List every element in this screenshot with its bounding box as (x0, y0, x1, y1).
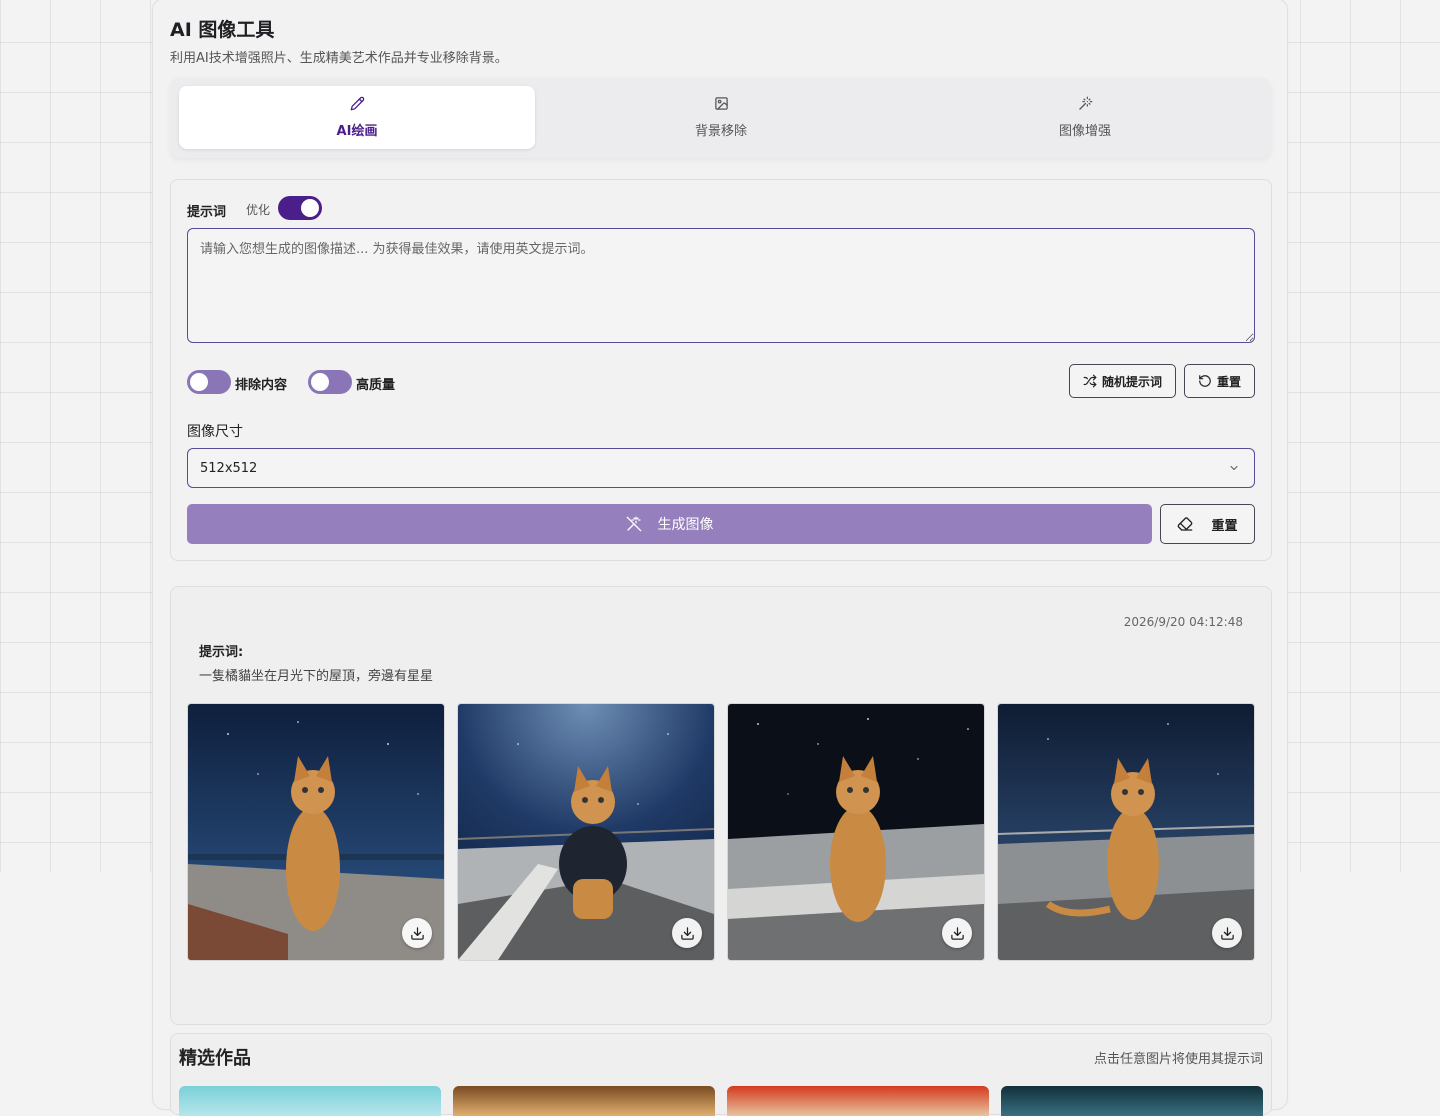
featured-thumbnail-2[interactable] (453, 1086, 715, 1116)
reset-prompt-button[interactable]: 重置 (1184, 364, 1255, 398)
optimize-toggle[interactable] (278, 196, 322, 220)
featured-hint: 点击任意图片将使用其提示词 (1093, 1052, 1263, 1067)
image-icon (714, 97, 728, 110)
random-prompt-label: 随机提示词 (1101, 374, 1162, 389)
wand-off-icon (626, 516, 641, 532)
main-panel: AI 图像工具 利用AI技术增强照片、生成精美艺术作品并专业移除背景。 AI绘画… (152, 0, 1288, 1116)
generate-label: 生成图像 (657, 517, 714, 533)
download-button[interactable] (942, 918, 972, 948)
download-icon (1220, 926, 1234, 940)
tab-label: 图像增强 (1058, 124, 1111, 139)
download-icon (950, 926, 964, 940)
tab-image-enhance[interactable]: 图像增强 (907, 86, 1263, 149)
prompt-input[interactable] (187, 228, 1255, 343)
size-selected-value: 512x512 (200, 460, 258, 476)
featured-thumbnail-4[interactable] (1001, 1086, 1263, 1116)
generated-image-4[interactable] (997, 703, 1255, 961)
rotate-ccw-icon (1199, 375, 1211, 387)
download-button[interactable] (672, 918, 702, 948)
featured-thumbnail-1[interactable] (179, 1086, 441, 1116)
result-prompt-label: 提示词: (199, 645, 244, 660)
featured-thumbnail-3[interactable] (727, 1086, 989, 1116)
tab-ai-drawing[interactable]: AI绘画 (179, 86, 535, 149)
prompt-label: 提示词 (187, 205, 227, 220)
featured-section: 精选作品 点击任意图片将使用其提示词 (170, 1033, 1272, 1116)
optimize-label: 优化 (246, 203, 271, 217)
high-quality-toggle[interactable] (308, 370, 352, 394)
result-timestamp: 2026/9/20 04:12:48 (1123, 615, 1243, 629)
toggle-knob (190, 373, 208, 391)
high-quality-label: 高质量 (356, 378, 396, 393)
exclude-toggle[interactable] (187, 370, 231, 394)
reset-all-button[interactable]: 重置 (1160, 504, 1255, 544)
download-button[interactable] (1212, 918, 1242, 948)
tab-label: AI绘画 (336, 124, 378, 139)
size-select[interactable]: 512x512 (187, 448, 1255, 488)
download-button[interactable] (402, 918, 432, 948)
exclude-label: 排除内容 (235, 378, 288, 393)
random-prompt-button[interactable]: 随机提示词 (1069, 364, 1176, 398)
generated-image-2[interactable] (457, 703, 715, 961)
reset-all-label: 重置 (1211, 518, 1238, 534)
size-label: 图像尺寸 (187, 424, 243, 440)
pencil-icon (350, 96, 364, 111)
tab-background-removal[interactable]: 背景移除 (543, 86, 899, 149)
generated-image-1[interactable] (187, 703, 445, 961)
page-subtitle: 利用AI技术增强照片、生成精美艺术作品并专业移除背景。 (170, 51, 508, 66)
reset-label: 重置 (1216, 374, 1241, 389)
generated-image-3[interactable] (727, 703, 985, 961)
shuffle-icon (1083, 374, 1097, 388)
generation-form: 提示词 优化 排除内容 高质量 随机提示词 重置 图像尺寸 512x512 生成… (170, 179, 1272, 561)
tab-bar: AI绘画 背景移除 图像增强 (170, 78, 1271, 158)
generate-button[interactable]: 生成图像 (187, 504, 1152, 544)
download-icon (680, 926, 694, 940)
page-title: AI 图像工具 (170, 19, 275, 41)
toggle-knob (311, 373, 329, 391)
result-card: 2026/9/20 04:12:48 提示词: 一隻橘貓坐在月光下的屋頂，旁邊有… (170, 586, 1272, 1025)
result-prompt-text: 一隻橘貓坐在月光下的屋頂，旁邊有星星 (199, 669, 434, 684)
tab-label: 背景移除 (694, 124, 747, 139)
toggle-knob (301, 199, 319, 217)
chevron-down-icon (1230, 466, 1238, 470)
eraser-icon (1178, 517, 1193, 531)
magic-wand-icon (1078, 96, 1092, 110)
download-icon (410, 926, 424, 940)
featured-title: 精选作品 (179, 1048, 251, 1069)
